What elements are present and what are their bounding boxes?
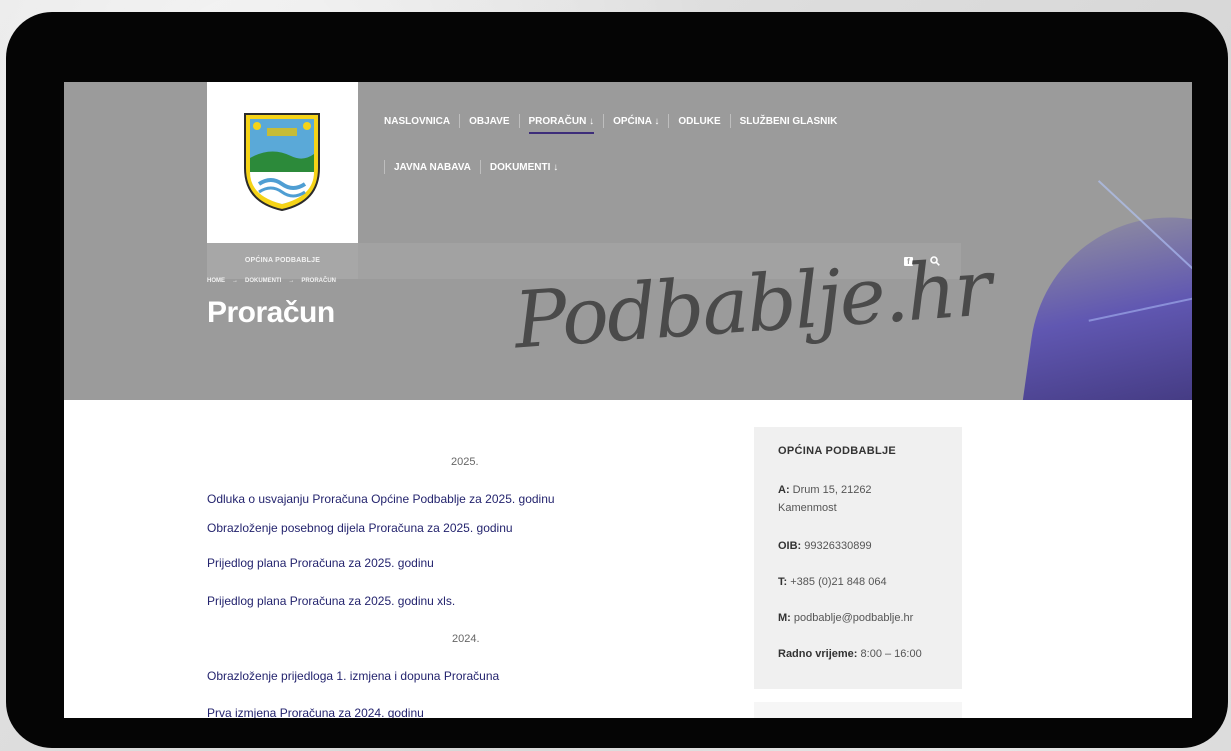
year-heading-2024: 2024. (452, 633, 480, 645)
sidebar-hours: Radno vrijeme: 8:00 – 16:00 (778, 645, 948, 663)
nav-row-2: JAVNA NABAVA DOKUMENTI ↓ (384, 156, 944, 178)
sidebar-address: A: Drum 15, 21262 Kamenmost (778, 481, 948, 517)
sidebar-email: M: podbablje@podbablje.hr (778, 609, 948, 627)
sidebar-title: OPĆINA PODBABLJE (778, 445, 897, 457)
document-link[interactable]: Obrazloženje posebnog dijela Proračuna z… (207, 521, 513, 535)
breadcrumb-dokumenti[interactable]: DOKUMENTI (245, 278, 281, 284)
phone-value[interactable]: +385 (0)21 848 064 (790, 576, 886, 588)
document-link[interactable]: Prijedlog plana Proračuna za 2025. godin… (207, 556, 434, 570)
email-label: M: (778, 612, 791, 624)
site-logo[interactable] (207, 82, 358, 243)
address-line1: Drum 15, 21262 (792, 484, 872, 496)
page-title: Proračun (207, 296, 335, 329)
oib-value: 99326330899 (804, 540, 872, 552)
document-link[interactable]: Prva izmjena Proračuna za 2024. godinu (207, 706, 424, 718)
nav-item-odluke[interactable]: ODLUKE (669, 116, 729, 127)
breadcrumb-arrow-icon: → (232, 278, 238, 284)
address-label: A: (778, 484, 790, 496)
nav-item-dokumenti[interactable]: DOKUMENTI ↓ (481, 162, 567, 173)
breadcrumb: HOME → DOKUMENTI → PRORAČUN (207, 278, 336, 284)
address-line2: Kamenmost (778, 502, 837, 514)
nav-item-proracun[interactable]: PRORAČUN ↓ (520, 116, 604, 134)
document-link[interactable]: Prijedlog plana Proračuna za 2025. godin… (207, 594, 455, 608)
nav-item-opcina[interactable]: OPĆINA ↓ (604, 116, 668, 127)
hours-value: 8:00 – 16:00 (860, 648, 922, 660)
page-header-hero: OPĆINA PODBABLJE f NASLOVNICA OBJAVE PRO… (64, 82, 1192, 400)
breadcrumb-current: PRORAČUN (301, 278, 337, 284)
nav-row-1: NASLOVNICA OBJAVE PRORAČUN ↓ OPĆINA ↓ OD… (384, 110, 944, 134)
nav-item-javna-nabava[interactable]: JAVNA NABAVA (385, 162, 480, 173)
device-frame: OPĆINA PODBABLJE f NASLOVNICA OBJAVE PRO… (6, 12, 1228, 748)
document-link[interactable]: Odluka o usvajanju Proračuna Općine Podb… (207, 492, 555, 506)
oib-label: OIB: (778, 540, 802, 552)
sidebar-oib: OIB: 99326330899 (778, 537, 948, 555)
main-navigation: NASLOVNICA OBJAVE PRORAČUN ↓ OPĆINA ↓ OD… (384, 110, 944, 178)
phone-label: T: (778, 576, 788, 588)
nav-item-objave[interactable]: OBJAVE (460, 116, 518, 127)
hero-decoration (1014, 199, 1192, 400)
sidebar-phone: T: +385 (0)21 848 064 (778, 573, 948, 591)
year-heading-2025: 2025. (451, 456, 479, 468)
logo-caption-bar: OPĆINA PODBABLJE (207, 243, 358, 279)
sidebar-next-widget (754, 702, 962, 718)
contact-sidebar: OPĆINA PODBABLJE A: Drum 15, 21262 Kamen… (754, 427, 962, 689)
breadcrumb-arrow-icon: → (288, 278, 295, 284)
browser-screen: OPĆINA PODBABLJE f NASLOVNICA OBJAVE PRO… (64, 82, 1192, 718)
hours-label: Radno vrijeme: (778, 648, 858, 660)
document-link[interactable]: Obrazloženje prijedloga 1. izmjena i dop… (207, 669, 499, 683)
logo-caption: OPĆINA PODBABLJE (244, 257, 321, 264)
nav-item-naslovnica[interactable]: NASLOVNICA (384, 116, 459, 127)
nav-item-sluzbeni-glasnik[interactable]: SLUŽBENI GLASNIK (731, 116, 847, 127)
breadcrumb-home[interactable]: HOME (207, 278, 225, 284)
email-value[interactable]: podbablje@podbablje.hr (794, 612, 913, 624)
coat-of-arms-icon (244, 113, 320, 212)
